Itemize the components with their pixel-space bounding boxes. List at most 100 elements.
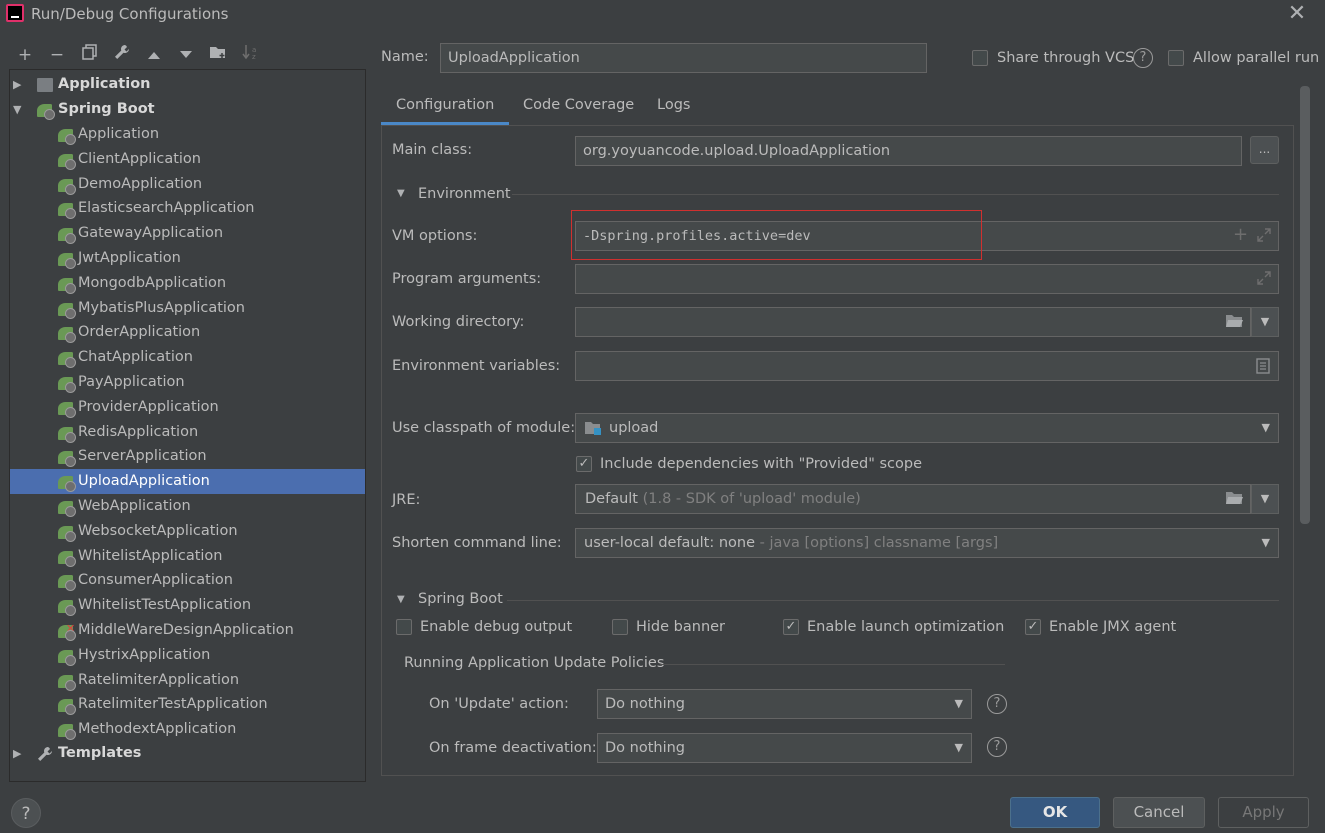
vertical-scrollbar[interactable] — [1300, 86, 1310, 524]
expand-icon[interactable] — [1256, 227, 1272, 247]
tree-node-config[interactable]: HystrixApplication — [10, 643, 365, 668]
tree-node-config[interactable]: GatewayApplication — [10, 221, 365, 246]
tree-node-label: WhitelistApplication — [78, 547, 223, 564]
hide-banner-checkbox[interactable] — [612, 619, 628, 635]
jre-dropdown[interactable]: ▼ — [1251, 484, 1279, 514]
tree-node-config[interactable]: WebApplication — [10, 494, 365, 519]
enable-jmx-agent-checkbox[interactable]: ✓ — [1025, 619, 1041, 635]
chevron-down-icon[interactable]: ▼ — [13, 97, 21, 122]
tree-node-config[interactable]: WhitelistApplication — [10, 544, 365, 569]
edit-list-icon[interactable] — [1256, 358, 1270, 378]
tree-node-config[interactable]: RatelimiterTestApplication — [10, 692, 365, 717]
jre-input[interactable]: Default (1.8 - SDK of 'upload' module) — [575, 484, 1251, 514]
name-input[interactable]: UploadApplication — [440, 43, 927, 73]
add-icon[interactable]: + — [1233, 224, 1248, 245]
share-vcs-checkbox[interactable] — [972, 50, 988, 66]
tree-node-config[interactable]: DemoApplication — [10, 172, 365, 197]
tree-node-label: OrderApplication — [78, 324, 201, 341]
tree-node-config[interactable]: MethodextApplication — [10, 717, 365, 742]
add-icon[interactable]: + — [14, 44, 36, 66]
tree-node-config[interactable]: OrderApplication — [10, 320, 365, 345]
tree-node-config[interactable]: RedisApplication — [10, 420, 365, 445]
program-arguments-input[interactable] — [575, 264, 1279, 294]
tree-node-application[interactable]: ▶ Application — [10, 72, 365, 97]
close-icon[interactable]: ✕ — [1285, 1, 1309, 26]
shorten-command-line-select[interactable]: user-local default: none - java [options… — [575, 528, 1279, 558]
collapse-spring-boot-icon[interactable]: ▼ — [397, 594, 405, 605]
section-divider — [660, 664, 1005, 665]
enable-debug-output-label: Enable debug output — [420, 619, 573, 635]
move-down-icon[interactable] — [175, 44, 197, 66]
browse-main-class-button[interactable]: ... — [1250, 136, 1279, 164]
spring-boot-icon — [58, 525, 76, 542]
chevron-right-icon[interactable]: ▶ — [13, 741, 21, 766]
tree-node-label: ProviderApplication — [78, 398, 219, 415]
enable-launch-optimization-checkbox[interactable]: ✓ — [783, 619, 799, 635]
tree-node-config[interactable]: JwtApplication — [10, 246, 365, 271]
tab-code-coverage[interactable]: Code Coverage — [523, 96, 634, 125]
folder-icon[interactable] — [1225, 491, 1243, 509]
on-update-action-select[interactable]: Do nothing ▼ — [597, 689, 972, 719]
sort-icon[interactable]: az — [240, 44, 262, 66]
classpath-select[interactable]: upload ▼ — [575, 413, 1279, 443]
on-frame-deactivation-select[interactable]: Do nothing ▼ — [597, 733, 972, 763]
tree-node-config[interactable]: ElasticsearchApplication — [10, 196, 365, 221]
move-up-icon[interactable] — [143, 44, 165, 66]
tree-node-config[interactable]: Application — [10, 122, 365, 147]
enable-debug-output-checkbox[interactable] — [396, 619, 412, 635]
tree-node-config[interactable]: ChatApplication — [10, 345, 365, 370]
tab-configuration[interactable]: Configuration — [381, 96, 510, 125]
tree-node-config[interactable]: MiddleWareDesignApplication — [10, 616, 365, 643]
tree-node-config[interactable]: WhitelistTestApplication — [10, 593, 365, 618]
remove-icon[interactable]: − — [46, 44, 68, 66]
tree-node-config[interactable]: MongodbApplication — [10, 271, 365, 296]
apply-button[interactable]: Apply — [1218, 797, 1309, 828]
tab-logs[interactable]: Logs — [657, 96, 690, 125]
highlight-box — [571, 210, 982, 260]
tree-node-config[interactable]: UploadApplication — [10, 469, 365, 495]
section-divider — [507, 600, 1279, 601]
chevron-right-icon[interactable]: ▶ — [13, 72, 21, 97]
help-icon[interactable]: ? — [987, 737, 1007, 757]
tree-node-config[interactable]: ProviderApplication — [10, 395, 365, 420]
folder-icon[interactable] — [1225, 314, 1243, 332]
spring-boot-icon — [58, 178, 76, 195]
tree-node-config[interactable]: MybatisPlusApplication — [10, 296, 365, 321]
configurations-tree[interactable]: ▶ Application ▼ Spring Boot Application C… — [9, 69, 366, 782]
expand-icon[interactable] — [1256, 270, 1272, 290]
tree-node-config[interactable]: WebsocketApplication — [10, 519, 365, 544]
spring-boot-icon — [58, 674, 76, 691]
collapse-environment-icon[interactable]: ▼ — [397, 188, 405, 199]
help-icon[interactable]: ? — [1133, 48, 1153, 68]
tree-node-spring-boot[interactable]: ▼ Spring Boot — [10, 97, 365, 122]
spring-boot-icon — [58, 600, 76, 617]
copy-icon[interactable] — [79, 44, 101, 66]
help-button[interactable]: ? — [11, 798, 41, 828]
tree-node-config[interactable]: RatelimiterApplication — [10, 668, 365, 693]
spring-boot-icon — [58, 302, 76, 319]
tree-node-config[interactable]: ConsumerApplication — [10, 568, 365, 593]
include-dependencies-checkbox[interactable]: ✓ — [576, 456, 592, 472]
program-arguments-label: Program arguments: — [392, 271, 542, 287]
spring-boot-icon — [58, 649, 76, 666]
tree-node-label: MiddleWareDesignApplication — [78, 622, 294, 638]
main-class-input[interactable]: org.yoyuancode.upload.UploadApplication — [575, 136, 1242, 166]
ok-button[interactable]: OK — [1010, 797, 1100, 828]
tree-node-label: Application — [58, 76, 151, 92]
enable-launch-optimization-label: Enable launch optimization — [807, 619, 1005, 635]
cancel-button[interactable]: Cancel — [1113, 797, 1205, 828]
tree-node-templates[interactable]: ▶ Templates — [10, 741, 365, 766]
help-icon[interactable]: ? — [987, 694, 1007, 714]
tree-node-label: RedisApplication — [78, 423, 199, 440]
new-folder-icon[interactable] — [207, 44, 229, 66]
tree-node-config[interactable]: ClientApplication — [10, 147, 365, 172]
tree-node-config[interactable]: ServerApplication — [10, 444, 365, 469]
wrench-icon[interactable] — [111, 44, 133, 66]
allow-parallel-checkbox[interactable] — [1168, 50, 1184, 66]
tree-node-config[interactable]: PayApplication — [10, 370, 365, 395]
tree-node-label: Spring Boot — [58, 101, 155, 117]
working-directory-input[interactable] — [575, 307, 1251, 337]
jre-value: Default — [585, 491, 638, 507]
environment-variables-input[interactable] — [575, 351, 1279, 381]
working-directory-dropdown[interactable]: ▼ — [1251, 307, 1279, 337]
